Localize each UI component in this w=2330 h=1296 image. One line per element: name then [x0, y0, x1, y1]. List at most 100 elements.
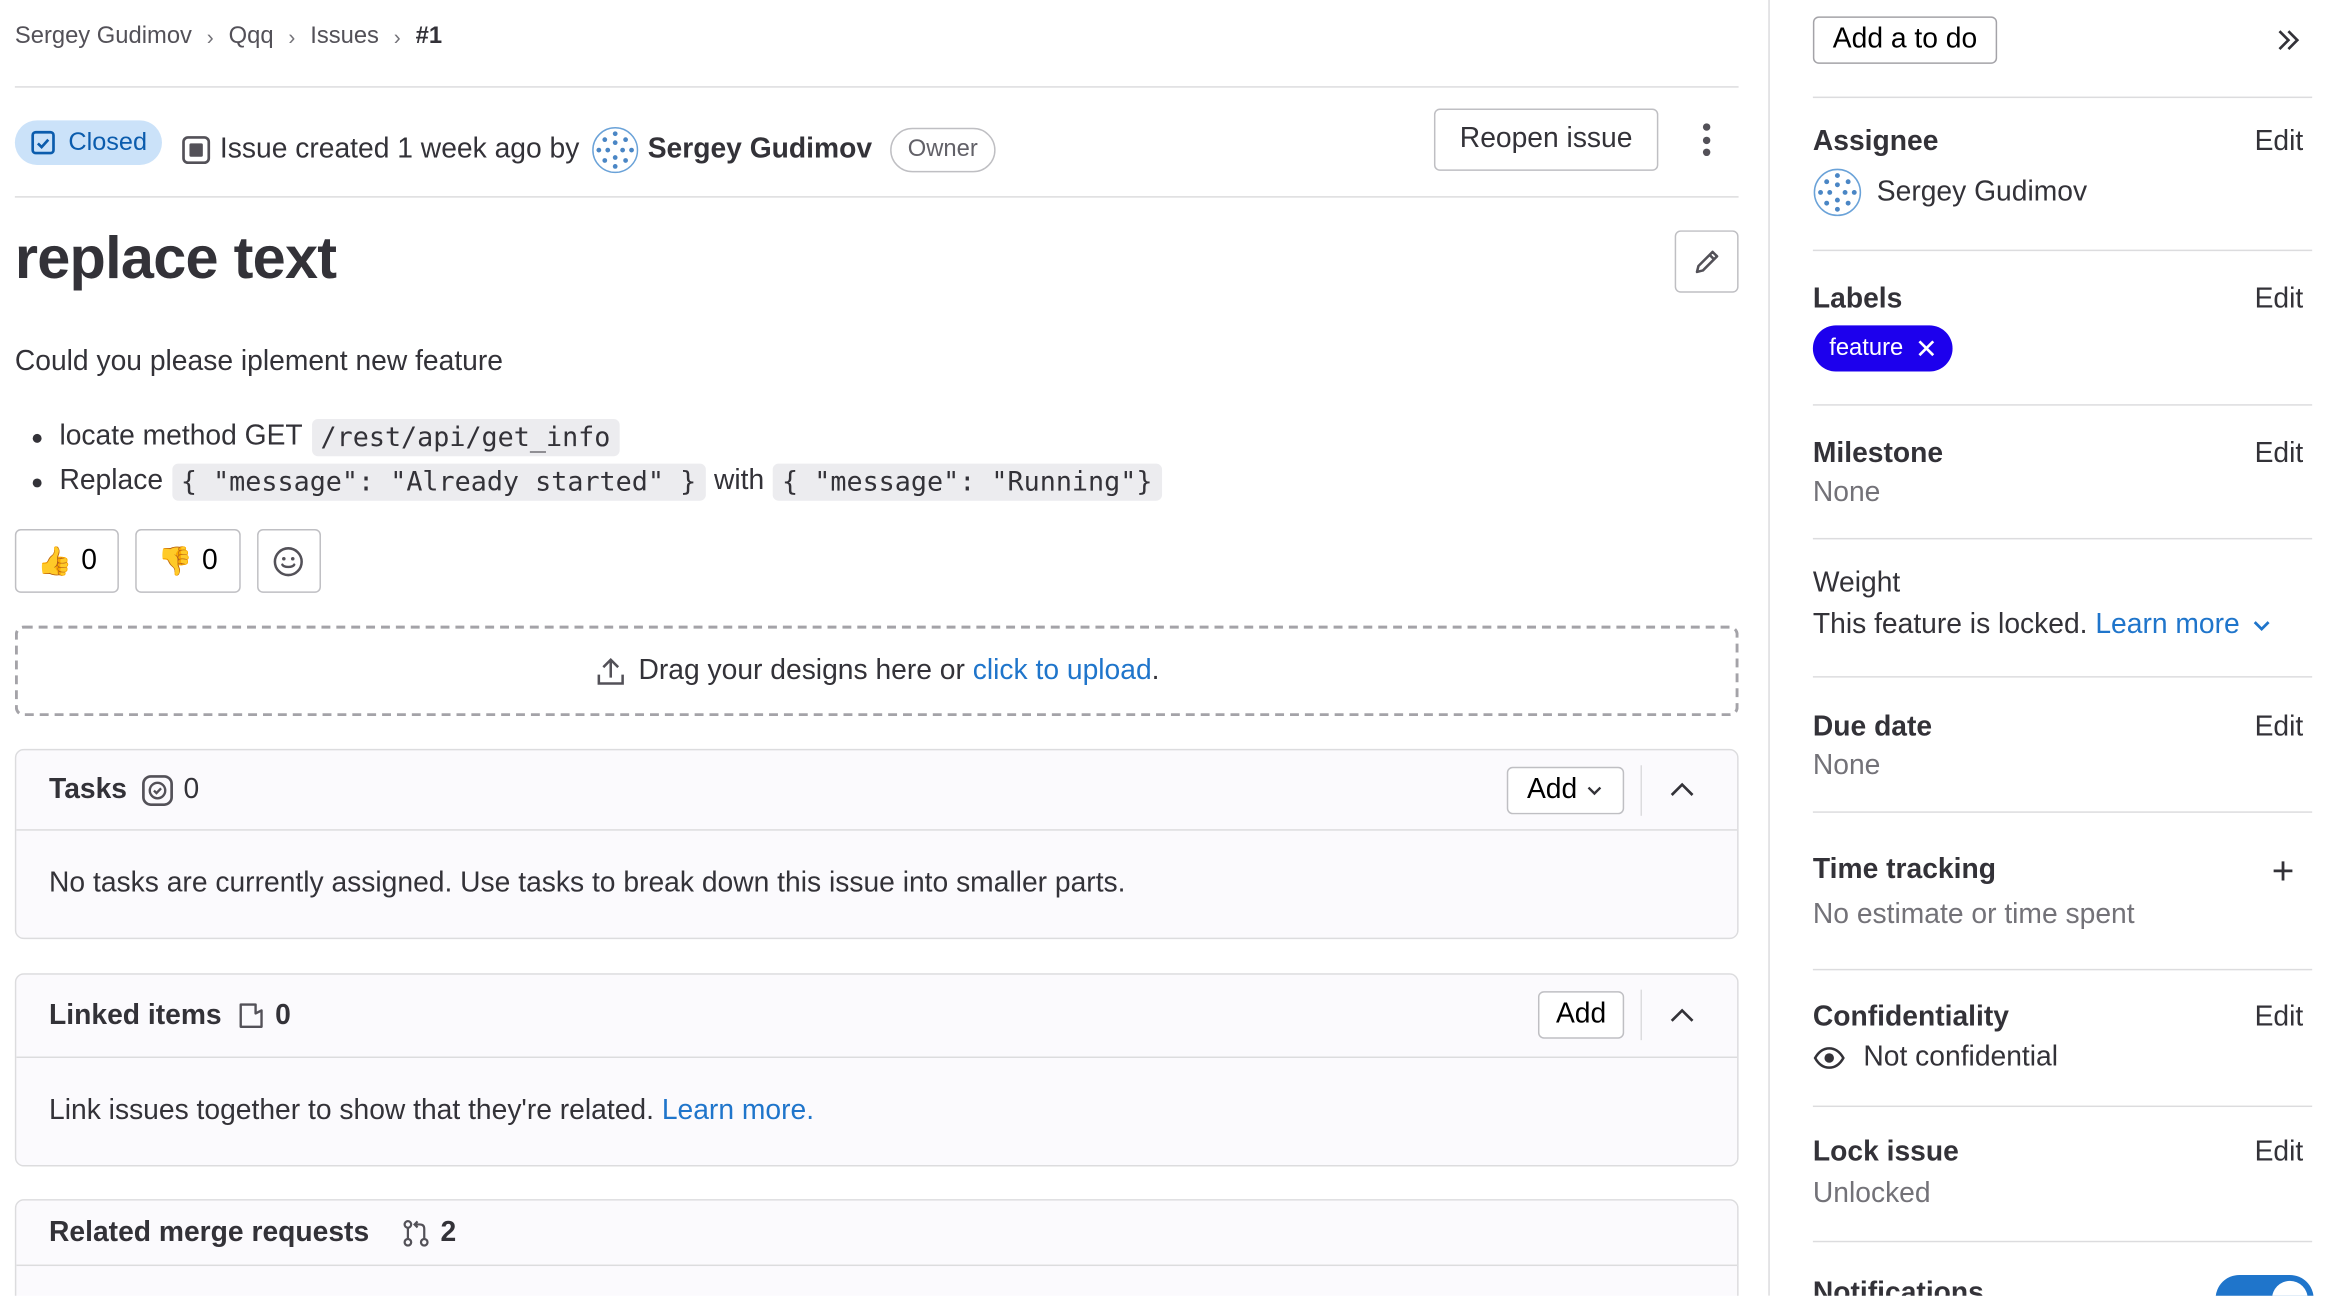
due-date-value: None: [1812, 750, 1881, 782]
add-time-icon[interactable]: +: [2272, 851, 2295, 890]
labels-title: Labels: [1812, 283, 1903, 316]
assignee-title: Assignee: [1812, 126, 1939, 158]
thumbs-down-icon: 👎: [157, 546, 194, 578]
edit-assignee-button[interactable]: Edit: [2255, 126, 2304, 159]
lock-issue-section: Lock issue Edit Unlocked: [1813, 1137, 2312, 1211]
close-icon[interactable]: ✕: [1915, 335, 1937, 362]
due-date-section: Due date Edit None: [1813, 712, 2312, 783]
tasks-count-value: 0: [183, 773, 200, 805]
linked-items-card: Linked items 0 Add Link issues together …: [14, 973, 1739, 1167]
thumbs-up-icon: 👍: [37, 546, 73, 578]
lock-issue-title: Lock issue: [1812, 1136, 1959, 1168]
issue-type-icon: [182, 136, 211, 165]
divider: [1812, 968, 2313, 971]
time-tracking-value: No estimate or time spent: [1812, 899, 2135, 931]
label-feature[interactable]: feature ✕: [1812, 325, 1953, 372]
merge-requests-count: 2: [402, 1216, 456, 1249]
reopen-issue-button[interactable]: Reopen issue: [1433, 108, 1659, 171]
status-badge: Closed: [14, 120, 162, 165]
upload-icon: [597, 657, 624, 685]
weight-learn-more-link[interactable]: Learn more: [2095, 609, 2239, 642]
milestone-section: Milestone Edit None: [1813, 438, 2312, 509]
edit-due-date-button[interactable]: Edit: [2255, 712, 2304, 745]
edit-title-button[interactable]: [1674, 230, 1739, 293]
due-date-title: Due date: [1812, 711, 1933, 743]
add-task-label: Add: [1526, 774, 1578, 806]
divider: [14, 86, 1739, 88]
list-item: locate method GET /rest/api/get_info: [32, 415, 1170, 460]
merge-request-icon: [404, 1219, 430, 1246]
weight-section: Weight This feature is locked. Learn mor…: [1813, 568, 2312, 642]
add-linked-item-button[interactable]: Add: [1537, 991, 1625, 1039]
issue-closed-icon: [31, 130, 55, 155]
chevron-right-icon: ›: [393, 25, 401, 50]
chevron-up-icon[interactable]: [1667, 1002, 1697, 1032]
chevron-down-icon[interactable]: [2252, 615, 2273, 636]
add-reaction-button[interactable]: [256, 529, 321, 593]
tasks-title: Tasks: [49, 773, 128, 805]
inline-code: { "message": "Already started" }: [171, 462, 706, 501]
more-actions-icon[interactable]: [1691, 119, 1721, 161]
pencil-icon: [1694, 250, 1718, 274]
linked-items-body: Link issues together to show that they'r…: [16, 1058, 1738, 1166]
divider: [1812, 537, 2313, 540]
upload-link[interactable]: click to upload: [973, 655, 1152, 686]
merge-requests-count-value: 2: [440, 1216, 457, 1248]
linked-items-text: Link issues together to show that they'r…: [49, 1095, 654, 1127]
divider: [14, 196, 1739, 198]
chevron-up-icon[interactable]: [1667, 776, 1697, 806]
label-text: feature: [1829, 335, 1904, 361]
weight-locked-text: This feature is locked.: [1812, 609, 2088, 641]
merge-requests-title: Related merge requests: [49, 1216, 370, 1248]
thumbs-up-button[interactable]: 👍 0: [14, 529, 120, 593]
divider: [1812, 249, 2313, 252]
issue-meta: Issue created 1 week ago by Sergey Gudim…: [181, 126, 996, 174]
confidentiality-text: Not confidential: [1863, 1041, 2059, 1073]
owner-badge: Owner: [889, 127, 996, 173]
thumbs-down-count: 0: [201, 544, 218, 576]
chevron-right-icon: ›: [206, 25, 214, 50]
author-link[interactable]: Sergey Gudimov: [648, 134, 872, 167]
created-text: Issue created 1 week ago by: [219, 133, 580, 165]
add-todo-button[interactable]: Add a to do: [1812, 16, 1998, 64]
tasks-card: Tasks 0 Add No tasks are currently assig…: [14, 748, 1739, 940]
edit-labels-button[interactable]: Edit: [2255, 284, 2304, 317]
weight-value: This feature is locked. Learn more: [1813, 609, 2312, 642]
breadcrumb-issues[interactable]: Issues: [310, 24, 379, 51]
dropzone-suffix: .: [1151, 654, 1160, 686]
issue-header: Closed Issue created 1 week ago by Serge…: [14, 107, 1739, 178]
weight-title: Weight: [1812, 567, 1901, 599]
divider: [1812, 404, 2313, 406]
linked-items-count-value: 0: [275, 999, 291, 1031]
add-task-button[interactable]: Add: [1506, 766, 1625, 815]
assignee-value[interactable]: Sergey Gudimov: [1813, 168, 2312, 217]
confidentiality-section: Confidentiality Edit Not confidential: [1813, 1002, 2312, 1075]
list-text: with: [714, 465, 765, 497]
list-item: Replace { "message": "Already started" }…: [32, 459, 1170, 504]
edit-lock-button[interactable]: Edit: [2255, 1137, 2304, 1170]
inline-code: /rest/api/get_info: [311, 418, 620, 456]
thumbs-down-button[interactable]: 👎 0: [135, 529, 240, 593]
notifications-toggle[interactable]: [2215, 1274, 2314, 1296]
edit-milestone-button[interactable]: Edit: [2255, 438, 2304, 471]
issue-main: Sergey Gudimov › Qqq › Issues › #1 Close…: [14, 0, 1739, 1296]
author-avatar[interactable]: [591, 126, 639, 174]
avatar: [1813, 168, 1862, 217]
award-emoji-bar: 👍 0 👎 0: [14, 529, 321, 593]
breadcrumb-current[interactable]: #1: [416, 24, 442, 51]
eye-icon: [1813, 1047, 1845, 1069]
milestone-value: None: [1812, 476, 1881, 509]
edit-confidentiality-button[interactable]: Edit: [2255, 1002, 2304, 1035]
design-dropzone[interactable]: Drag your designs here or click to uploa…: [14, 625, 1739, 717]
divider: [1812, 96, 2313, 99]
breadcrumb-user[interactable]: Sergey Gudimov: [15, 24, 192, 51]
divider: [1812, 676, 2313, 678]
description-list: locate method GET /rest/api/get_info Rep…: [32, 415, 1170, 504]
time-tracking-section: Time tracking + No estimate or time spen…: [1812, 851, 2312, 931]
merge-requests-header: Related merge requests 2: [16, 1200, 1738, 1267]
breadcrumb-project[interactable]: Qqq: [229, 24, 274, 51]
tasks-header: Tasks 0 Add: [16, 750, 1738, 831]
learn-more-link[interactable]: Learn more.: [662, 1095, 814, 1128]
collapse-sidebar-icon[interactable]: [2275, 27, 2302, 54]
divider: [1812, 811, 2313, 813]
